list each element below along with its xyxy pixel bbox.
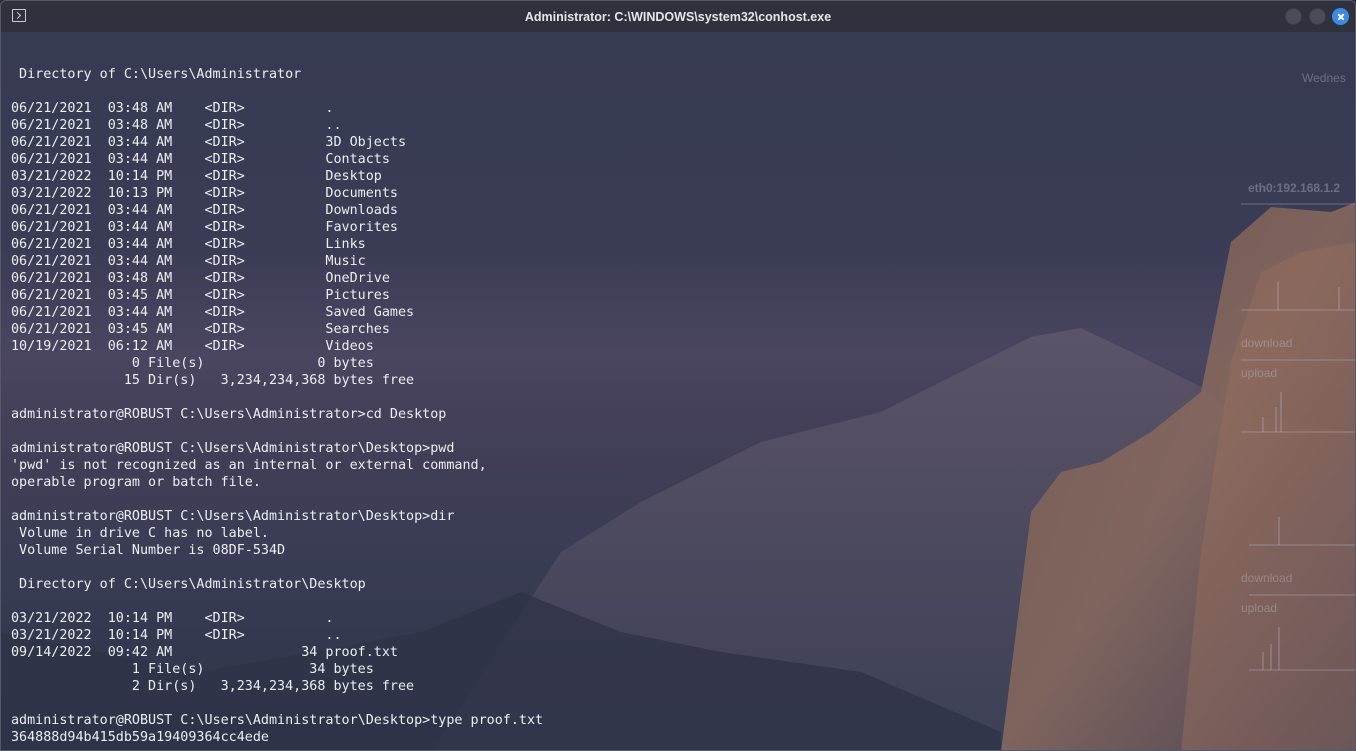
console-line: 1 File(s) 34 bytes [11, 662, 374, 677]
console-line: 2 Dir(s) 3,234,234,368 bytes free [11, 679, 415, 694]
console-output[interactable]: Directory of C:\Users\Administrator 06/21… [11, 32, 543, 746]
console-line: 10/19/2021 06:12 AM <DIR> Videos [11, 339, 374, 354]
console-line: 06/21/2021 03:48 AM <DIR> . [11, 101, 334, 116]
widget-network: eth0:192.168.1.2 [1248, 181, 1341, 195]
window-title: Administrator: C:\WINDOWS\system32\conho… [524, 9, 832, 24]
console-line: Volume in drive C has no label. [11, 526, 269, 541]
console-line: 06/21/2021 03:48 AM <DIR> OneDrive [11, 271, 390, 286]
console-line: 'pwd' is not recognized as an internal o… [11, 458, 487, 473]
console-line: 06/21/2021 03:44 AM <DIR> Favorites [11, 220, 398, 235]
console-line: administrator@ROBUST C:\Users\Administra… [11, 509, 455, 524]
maximize-button[interactable] [1309, 8, 1326, 25]
close-button[interactable] [1332, 8, 1349, 25]
console-line: 06/21/2021 03:44 AM <DIR> Music [11, 254, 366, 269]
widget-upload-1: upload [1241, 366, 1278, 380]
console-line: 03/21/2022 10:14 PM <DIR> Desktop [11, 169, 382, 184]
console-line: 03/21/2022 10:14 PM <DIR> .. [11, 628, 342, 643]
widget-upload-2: upload [1241, 601, 1278, 615]
console-line: 06/21/2021 03:44 AM <DIR> Links [11, 237, 366, 252]
console-line: 06/21/2021 03:44 AM <DIR> 3D Objects [11, 135, 407, 150]
console-line: 15 Dir(s) 3,234,234,368 bytes free [11, 373, 415, 388]
console-line: 06/21/2021 03:44 AM <DIR> Contacts [11, 152, 390, 167]
minimize-button[interactable] [1285, 8, 1302, 25]
console-line: Volume Serial Number is 08DF-534D [11, 543, 286, 558]
console-line: 03/21/2022 10:13 PM <DIR> Documents [11, 186, 398, 201]
console-line: 06/21/2021 03:45 AM <DIR> Pictures [11, 288, 390, 303]
console-line: Directory of C:\Users\Administrator\Desk… [11, 577, 366, 592]
console-line: 364888d94b415db59a19409364cc4ede [11, 730, 269, 745]
console-area[interactable]: Wednes eth0:192.168.1.2 download upload … [1, 32, 1355, 750]
console-line: 06/21/2021 03:45 AM <DIR> Searches [11, 322, 390, 337]
widget-download-2: download [1241, 571, 1293, 585]
terminal-icon [12, 9, 26, 22]
console-line: 03/21/2022 10:14 PM <DIR> . [11, 611, 334, 626]
console-line: administrator@ROBUST C:\Users\Administra… [11, 441, 455, 456]
console-line: 06/21/2021 03:44 AM <DIR> Downloads [11, 203, 398, 218]
console-line: administrator@ROBUST C:\Users\Administra… [11, 713, 544, 728]
console-line: operable program or batch file. [11, 475, 261, 490]
console-line: Directory of C:\Users\Administrator [11, 67, 302, 82]
widget-download-1: download [1241, 336, 1293, 350]
console-line: 0 File(s) 0 bytes [11, 356, 374, 371]
console-line: 06/21/2021 03:48 AM <DIR> .. [11, 118, 342, 133]
console-line: administrator@ROBUST C:\Users\Administra… [11, 407, 447, 422]
console-window[interactable]: Administrator: C:\WINDOWS\system32\conho… [0, 0, 1356, 751]
console-line: 06/21/2021 03:44 AM <DIR> Saved Games [11, 305, 415, 320]
widget-date: Wednes [1302, 71, 1346, 85]
console-line: 09/14/2022 09:42 AM 34 proof.txt [11, 645, 398, 660]
title-bar[interactable]: Administrator: C:\WINDOWS\system32\conho… [1, 1, 1355, 33]
